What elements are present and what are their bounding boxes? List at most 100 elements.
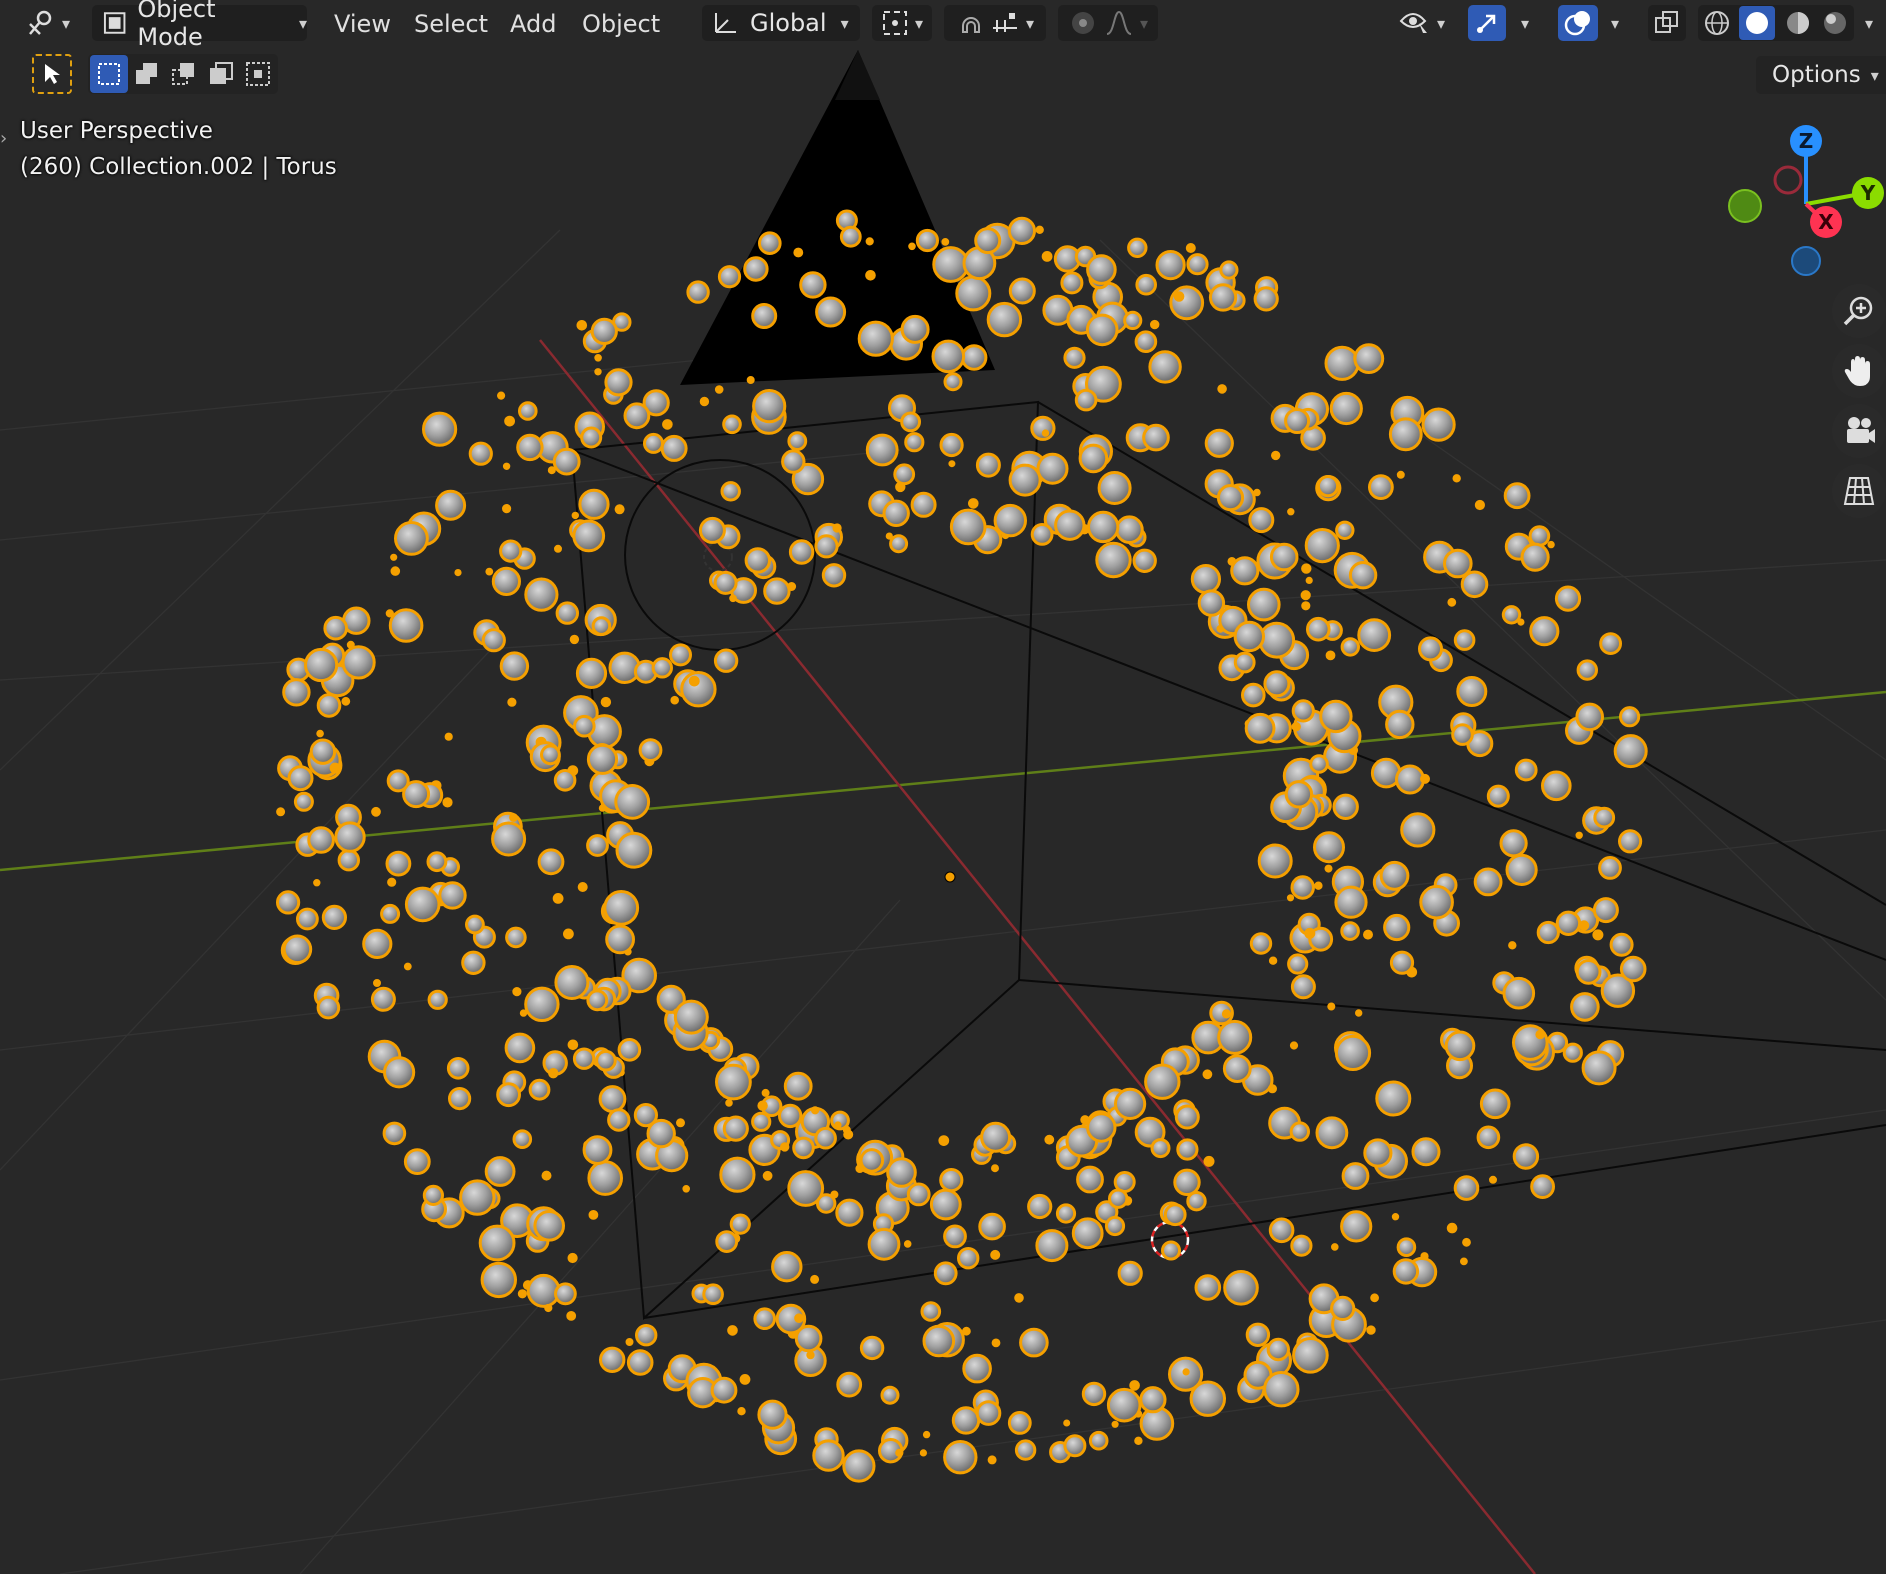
shading-dropdown[interactable]: ▾ bbox=[1854, 5, 1884, 41]
sidebar-toggle-arrow[interactable]: › bbox=[0, 128, 7, 149]
particle-sphere bbox=[1144, 1063, 1181, 1100]
material-preview-icon[interactable] bbox=[1783, 8, 1813, 38]
particle-sphere bbox=[1368, 474, 1394, 501]
particle-sphere bbox=[698, 516, 726, 544]
particle-sphere bbox=[1271, 450, 1281, 461]
camera-view-button[interactable] bbox=[1832, 404, 1886, 458]
domain-wireframe bbox=[571, 400, 1886, 1321]
particle-system[interactable] bbox=[276, 209, 1648, 1483]
xray-toggle[interactable] bbox=[1648, 5, 1686, 41]
particle-sphere bbox=[502, 462, 511, 470]
viewport-scene[interactable] bbox=[0, 0, 1886, 1574]
particle-sphere bbox=[1547, 540, 1555, 549]
gizmo-icon bbox=[1477, 14, 1496, 33]
particle-sphere bbox=[586, 743, 619, 775]
particle-sphere bbox=[625, 1338, 634, 1346]
wireframe-shading-icon[interactable] bbox=[1702, 8, 1732, 38]
particle-sphere bbox=[1085, 313, 1119, 347]
particle-sphere bbox=[615, 831, 653, 869]
particle-sphere bbox=[1396, 1237, 1417, 1257]
particle-sphere bbox=[1315, 1116, 1349, 1150]
3d-viewport[interactable] bbox=[0, 0, 1886, 1574]
particle-sphere bbox=[1219, 260, 1239, 280]
particle-sphere bbox=[810, 1274, 820, 1284]
particle-sphere bbox=[1570, 992, 1600, 1022]
particle-sphere bbox=[380, 903, 401, 924]
particle-sphere bbox=[1129, 1380, 1140, 1391]
gizmo-toggle[interactable] bbox=[1468, 5, 1506, 41]
particle-sphere bbox=[1163, 1203, 1187, 1227]
particle-sphere bbox=[836, 1371, 863, 1398]
particle-sphere bbox=[1253, 488, 1261, 497]
particle-sphere bbox=[865, 237, 874, 246]
particle-sphere bbox=[276, 890, 301, 915]
extend-selection-icon bbox=[136, 63, 157, 84]
particle-sphere bbox=[533, 1210, 566, 1242]
solid-shading-button[interactable] bbox=[1739, 6, 1776, 40]
snapping-group[interactable]: ▾ bbox=[944, 5, 1046, 41]
particle-sphere bbox=[1290, 875, 1315, 900]
particle-sphere bbox=[1222, 1054, 1252, 1083]
particle-sphere bbox=[485, 567, 494, 576]
options-dropdown[interactable]: Options ▾ bbox=[1756, 56, 1886, 94]
select-tool-button[interactable] bbox=[32, 54, 72, 94]
particle-sphere bbox=[793, 247, 804, 258]
particle-sphere bbox=[1304, 528, 1340, 564]
negative-x-axis-handle[interactable] bbox=[1773, 165, 1803, 195]
overlays-dropdown[interactable]: ▾ bbox=[1598, 5, 1632, 41]
intersect-selection-button[interactable] bbox=[239, 55, 277, 93]
transform-orientation-dropdown[interactable]: Global ▾ bbox=[702, 5, 860, 41]
particle-sphere bbox=[1301, 563, 1312, 574]
new-selection-button[interactable] bbox=[90, 55, 128, 93]
extend-selection-button[interactable] bbox=[128, 55, 166, 93]
overlays-toggle[interactable] bbox=[1558, 5, 1598, 41]
particle-sphere bbox=[465, 914, 485, 935]
particle-sphere bbox=[614, 504, 625, 515]
particle-sphere bbox=[744, 547, 771, 574]
particle-sphere bbox=[1581, 1050, 1617, 1086]
invert-selection-icon bbox=[210, 62, 233, 84]
subtract-selection-button[interactable] bbox=[165, 55, 203, 93]
zoom-button[interactable] bbox=[1832, 284, 1886, 338]
navigation-gizmo[interactable]: Z Y X bbox=[1720, 120, 1886, 290]
pan-button[interactable] bbox=[1832, 344, 1886, 398]
invert-selection-button[interactable] bbox=[202, 55, 240, 93]
pivot-point-dropdown[interactable]: ▾ bbox=[872, 5, 932, 41]
particle-sphere bbox=[1007, 216, 1037, 245]
particle-sphere bbox=[1263, 670, 1291, 698]
particle-sphere bbox=[1173, 1168, 1201, 1197]
negative-z-axis-handle[interactable] bbox=[1791, 246, 1821, 276]
menu-select[interactable]: Select bbox=[408, 8, 494, 40]
negative-y-axis-handle[interactable] bbox=[1728, 189, 1762, 223]
particle-sphere bbox=[576, 320, 588, 331]
particle-sphere bbox=[1284, 780, 1314, 809]
menu-view[interactable]: View bbox=[328, 8, 397, 40]
particle-sphere bbox=[1245, 1322, 1271, 1348]
particle-sphere bbox=[1115, 515, 1144, 545]
particle-sphere bbox=[729, 1213, 751, 1235]
proportional-editing-group[interactable]: ▾ bbox=[1058, 5, 1158, 41]
particle-sphere bbox=[1375, 1080, 1412, 1117]
particle-sphere bbox=[1041, 429, 1050, 437]
particle-sphere bbox=[922, 1324, 956, 1358]
gizmo-dropdown[interactable]: ▾ bbox=[1508, 5, 1542, 41]
particle-sphere bbox=[938, 1135, 950, 1146]
visibility-dropdown[interactable]: ▾ bbox=[1392, 5, 1452, 41]
particle-sphere bbox=[1520, 542, 1550, 572]
editor-type-button[interactable]: ▾ bbox=[18, 5, 78, 41]
zoom-icon bbox=[1843, 296, 1873, 326]
particle-sphere bbox=[427, 989, 448, 1010]
particle-sphere bbox=[459, 1179, 496, 1216]
particle-sphere bbox=[722, 414, 742, 435]
particle-sphere bbox=[1391, 1213, 1400, 1221]
mode-dropdown[interactable]: Object Mode ▾ bbox=[92, 0, 307, 51]
object-origin[interactable] bbox=[944, 871, 956, 883]
particle-sphere bbox=[1503, 482, 1531, 510]
menu-add[interactable]: Add bbox=[504, 8, 562, 40]
particle-sphere bbox=[943, 1440, 978, 1475]
ortho-toggle-button[interactable] bbox=[1832, 464, 1886, 518]
menu-object[interactable]: Object bbox=[576, 8, 666, 40]
particle-sphere bbox=[643, 432, 664, 454]
rendered-shading-icon[interactable] bbox=[1820, 8, 1850, 38]
particle-sphere bbox=[975, 452, 1001, 478]
